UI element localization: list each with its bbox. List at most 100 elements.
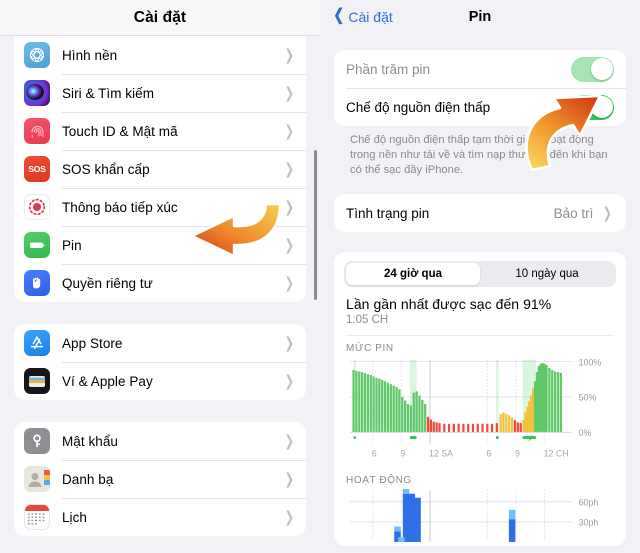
battery-detail-pane: ❮ Cài đặt Pin Phần trăm pin Chế độ nguồn… [320,0,640,553]
activity-chart: 60ph 30ph [334,488,626,546]
chevron-right-icon: ❯ [284,507,295,526]
wallet-icon [24,368,50,394]
chevron-right-icon: ❯ [284,431,295,450]
chevron-right-icon: ❯ [284,469,295,488]
back-button[interactable]: ❮ Cài đặt [332,6,393,25]
sidebar-item-privacy[interactable]: Quyền riêng tư ❯ [14,264,306,302]
sidebar-item-wallpaper[interactable]: Hình nền ❯ [14,36,306,74]
timeframe-segmented-wrap: 24 giờ qua 10 ngày qua [334,252,626,288]
chevron-right-icon: ❯ [284,83,295,102]
tab-last-24-hours[interactable]: 24 giờ qua [346,263,480,286]
sidebar-item-label: Mật khẩu [62,433,118,449]
sidebar-item-label: Touch ID & Mật mã [62,123,178,139]
sidebar-item-label: Pin [62,237,82,253]
svg-text:12 CH: 12 CH [544,449,569,459]
wallpaper-icon [24,42,50,68]
battery-level-chart-title: MỨC PIN [346,343,394,355]
chevron-right-icon: ❯ [284,159,295,178]
privacy-hand-icon [24,270,50,296]
app-store-icon [24,330,50,356]
password-key-icon [24,428,50,454]
last-charge-time: 1:05 CH [346,314,389,327]
battery-health-row[interactable]: Tình trạng pin Bảo trì ❯ [334,194,626,232]
exposure-notification-icon [24,194,50,220]
svg-text:60ph: 60ph [579,498,599,508]
svg-text:9: 9 [515,449,520,459]
contacts-icon [24,466,50,492]
svg-text:0%: 0% [579,428,592,438]
sidebar-item-label: Siri & Tìm kiếm [62,85,155,101]
svg-text:9: 9 [400,449,405,459]
chevron-right-icon: ❯ [284,121,295,140]
sidebar-item-wallet-apple-pay[interactable]: Ví & Apple Pay ❯ [14,362,306,400]
timeframe-segmented-control[interactable]: 24 giờ qua 10 ngày qua [344,261,616,288]
sidebar-item-label: Quyền riêng tư [62,275,153,291]
svg-text:100%: 100% [579,358,602,368]
battery-level-chart-svg: 100% 50% 0% 6 9 12 SA 6 9 12 CH ⚡ [349,358,602,459]
sidebar-item-exposure-notifications[interactable]: Thông báo tiếp xúc ❯ [14,188,306,226]
sidebar-item-siri-search[interactable]: Siri & Tìm kiếm ❯ [14,74,306,112]
low-power-mode-toggle[interactable] [571,94,614,120]
settings-header: Cài đặt [0,0,320,36]
svg-text:30ph: 30ph [579,518,599,528]
battery-header: ❮ Cài đặt Pin [320,0,640,33]
chevron-right-icon: ❯ [602,203,613,222]
sidebar-item-label: SOS khẩn cấp [62,161,150,177]
sidebar-item-emergency-sos[interactable]: SOS SOS khẩn cấp ❯ [14,150,306,188]
sidebar-item-app-store[interactable]: App Store ❯ [14,324,306,362]
battery-percentage-toggle[interactable] [571,56,614,82]
battery-percentage-row[interactable]: Phần trăm pin [334,50,626,88]
sidebar-item-touch-id-passcode[interactable]: Touch ID & Mật mã ❯ [14,112,306,150]
settings-title: Cài đặt [133,8,187,26]
sidebar-item-label: Thông báo tiếp xúc [62,199,178,215]
chevron-right-icon: ❯ [284,273,295,292]
back-button-label: Cài đặt [348,8,393,25]
chevron-right-icon: ❯ [284,235,295,254]
toggle-knob [590,96,613,118]
activity-chart-title: HOẠT ĐỘNG [346,475,412,487]
low-power-mode-label: Chế độ nguồn điện thấp [346,99,491,115]
sos-icon: SOS [24,156,50,182]
battery-level-chart: 100% 50% 0% 6 9 12 SA 6 9 12 CH ⚡ [334,356,626,466]
sidebar-item-battery[interactable]: Pin ❯ [14,226,306,264]
settings-group-1: Hình nền ❯ Siri & Tìm kiếm ❯ Touch ID & … [14,36,306,302]
battery-icon [24,232,50,258]
activity-chart-svg: 60ph 30ph [349,489,599,543]
sidebar-item-label: Hình nền [62,47,118,63]
battery-health-label: Tình trạng pin [346,205,430,221]
screen-root: Cài đặt Hình nền ❯ Siri & Tìm kiếm ❯ Tou… [0,0,640,553]
battery-body: Phần trăm pin Chế độ nguồn điện thấp Chế… [320,50,640,546]
sidebar-item-contacts[interactable]: Danh bạ ❯ [14,460,306,498]
chevron-right-icon: ❯ [284,45,295,64]
battery-usage-card: 24 giờ qua 10 ngày qua Lần gần nhất được… [334,252,626,546]
svg-text:⚡: ⚡ [526,434,533,445]
settings-list-pane: Cài đặt Hình nền ❯ Siri & Tìm kiếm ❯ Tou… [0,0,320,553]
battery-percentage-label: Phần trăm pin [346,61,431,77]
chevron-right-icon: ❯ [284,333,295,352]
sidebar-item-label: Ví & Apple Pay [62,373,153,389]
battery-health-card[interactable]: Tình trạng pin Bảo trì ❯ [334,194,626,233]
sidebar-item-label: Danh bạ [62,471,114,487]
last-charge-block: Lần gần nhất được sạc đến 91% 1:05 CH [334,287,626,326]
sidebar-item-calendar[interactable]: Lịch ❯ [14,498,306,536]
siri-icon [24,80,50,106]
settings-group-2: App Store ❯ Ví & Apple Pay ❯ [14,324,306,400]
battery-health-value: Bảo trì [553,205,594,221]
svg-text:50%: 50% [579,393,597,403]
settings-group-3: Mật khẩu ❯ Danh bạ ❯ Lịch ❯ [14,422,306,536]
low-power-mode-row[interactable]: Chế độ nguồn điện thấp [334,88,626,126]
touchid-icon [24,118,50,144]
svg-text:6: 6 [486,449,491,459]
toggle-knob [590,58,613,80]
chevron-right-icon: ❯ [284,197,295,216]
low-power-mode-description: Chế độ nguồn điện thấp tạm thời giảm hoạ… [350,134,608,177]
chevron-left-icon: ❮ [333,6,345,24]
tab-last-10-days[interactable]: 10 ngày qua [480,263,614,285]
sidebar-item-passwords[interactable]: Mật khẩu ❯ [14,422,306,460]
svg-text:6: 6 [372,449,377,459]
last-charge-title: Lần gần nhất được sạc đến 91% [346,296,552,313]
svg-text:12 SA: 12 SA [429,449,453,459]
settings-scrollbar[interactable] [314,150,317,300]
settings-scroll-area[interactable]: Hình nền ❯ Siri & Tìm kiếm ❯ Touch ID & … [0,36,320,553]
sidebar-item-label: App Store [62,335,123,351]
